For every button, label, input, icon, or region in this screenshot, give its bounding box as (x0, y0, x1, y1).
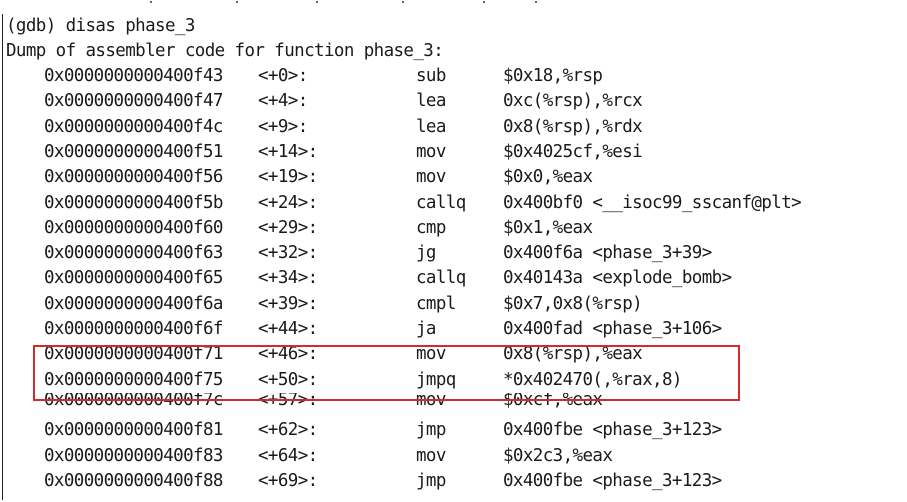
asm-mnemonic: jmp (416, 470, 446, 491)
asm-operands: 0xc(%rsp),%rcx (503, 91, 643, 112)
asm-row: 0x0000000000400f43 <+0>: sub $0x18,%rsp (0, 64, 907, 89)
asm-row: 0x0000000000400f51 <+14>: mov $0x4025cf,%es… (0, 140, 907, 165)
asm-operands: $0x4025cf,%esi (503, 141, 643, 162)
asm-operands: 0x400fbe <phase_3+123> (503, 420, 722, 441)
asm-operands: $0x18,%rsp (503, 66, 603, 86)
asm-offset: <+39>: (258, 293, 318, 314)
asm-offset: <+4>: (258, 91, 308, 112)
asm-address: 0x0000000000400f60 (44, 217, 223, 238)
asm-address: 0x0000000000400f43 (44, 66, 223, 86)
asm-offset: <+32>: (258, 243, 318, 264)
asm-mnemonic: mov (416, 141, 446, 162)
asm-address: 0x0000000000400f47 (44, 91, 223, 112)
asm-row: 0x0000000000400f65 <+34>: callq 0x40143a <e… (0, 266, 907, 291)
asm-address: 0x0000000000400f5b (44, 192, 223, 213)
highlight-box (33, 345, 740, 401)
asm-address: 0x0000000000400f4c (44, 116, 223, 137)
asm-operands: 0x400bf0 <__isoc99_sscanf@plt> (503, 192, 802, 213)
asm-address: 0x0000000000400f83 (44, 445, 223, 466)
asm-operands: $0x2c3,%eax (503, 445, 613, 466)
asm-address: 0x0000000000400f51 (44, 141, 223, 162)
asm-offset: <+62>: (258, 420, 318, 441)
asm-offset: <+0>: (258, 66, 308, 86)
asm-mnemonic: cmp (416, 217, 446, 238)
gdb-terminal[interactable]: (gdb) disas phase_3 Dump of assembler co… (0, 0, 907, 502)
asm-offset: <+19>: (258, 167, 318, 188)
asm-row: 0x0000000000400f60 <+29>: cmp $0x1,%eax (0, 216, 907, 241)
asm-address: 0x0000000000400f65 (44, 268, 223, 289)
asm-operands: $0x0,%eax (503, 167, 593, 188)
asm-mnemonic: sub (416, 66, 446, 86)
asm-mnemonic: callq (416, 192, 466, 213)
asm-address: 0x0000000000400f6a (44, 293, 223, 314)
asm-mnemonic: lea (416, 91, 446, 112)
asm-row: 0x0000000000400f6f <+44>: ja 0x400fad <phas… (0, 317, 907, 342)
asm-address: 0x0000000000400f63 (44, 243, 223, 264)
asm-address: 0x0000000000400f6f (44, 319, 223, 339)
asm-address: 0x0000000000400f88 (44, 470, 223, 491)
asm-row: 0x0000000000400f5b <+24>: callq 0x400bf0 <_… (0, 191, 907, 216)
asm-offset: <+9>: (258, 116, 308, 137)
asm-mnemonic: lea (416, 116, 446, 137)
asm-offset: <+64>: (258, 445, 318, 466)
asm-operands: $0x1,%eax (503, 217, 593, 238)
asm-mnemonic: callq (416, 268, 466, 289)
asm-offset: <+34>: (258, 268, 318, 289)
asm-mnemonic: ja (416, 319, 436, 339)
asm-row: 0x0000000000400f88 <+69>: jmp 0x400fbe <pha… (0, 469, 907, 494)
asm-operands: 0x400fad <phase_3+106> (503, 319, 722, 339)
asm-offset: <+69>: (258, 470, 318, 491)
asm-mnemonic: jmp (416, 420, 446, 441)
asm-row: 0x0000000000400f47 <+4>: lea 0xc(%rsp),%rcx (0, 89, 907, 114)
asm-row: 0x0000000000400f6a <+39>: cmpl $0x7,0x8(%rs… (0, 292, 907, 317)
asm-address: 0x0000000000400f56 (44, 167, 223, 188)
dump-header-line: Dump of assembler code for function phas… (6, 41, 444, 61)
asm-row: 0x0000000000400f56 <+19>: mov $0x0,%eax (0, 165, 907, 190)
asm-row: 0x0000000000400f81 <+62>: jmp 0x400fbe <pha… (0, 418, 907, 443)
asm-mnemonic: mov (416, 445, 446, 466)
asm-mnemonic: mov (416, 167, 446, 188)
asm-operands: 0x400f6a <phase_3+39> (503, 243, 712, 264)
asm-operands: 0x40143a <explode_bomb> (503, 268, 732, 289)
top-dotted-line (150, 0, 550, 4)
asm-row: 0x0000000000400f63 <+32>: jg 0x400f6a <phas… (0, 241, 907, 266)
asm-offset: <+24>: (258, 192, 318, 213)
asm-operands: 0x400fbe <phase_3+123> (503, 470, 722, 491)
asm-mnemonic: jg (416, 243, 436, 264)
asm-offset: <+29>: (258, 217, 318, 238)
asm-offset: <+44>: (258, 319, 318, 339)
asm-mnemonic: cmpl (416, 293, 456, 314)
asm-row: 0x0000000000400f4c <+9>: lea 0x8(%rsp),%rdx (0, 115, 907, 140)
asm-row: 0x0000000000400f83 <+64>: mov $0x2c3,%eax (0, 444, 907, 469)
asm-address: 0x0000000000400f81 (44, 420, 223, 441)
asm-operands: $0x7,0x8(%rsp) (503, 293, 643, 314)
asm-offset: <+14>: (258, 141, 318, 162)
asm-operands: 0x8(%rsp),%rdx (503, 116, 643, 137)
gdb-prompt-line: (gdb) disas phase_3 (6, 16, 195, 36)
